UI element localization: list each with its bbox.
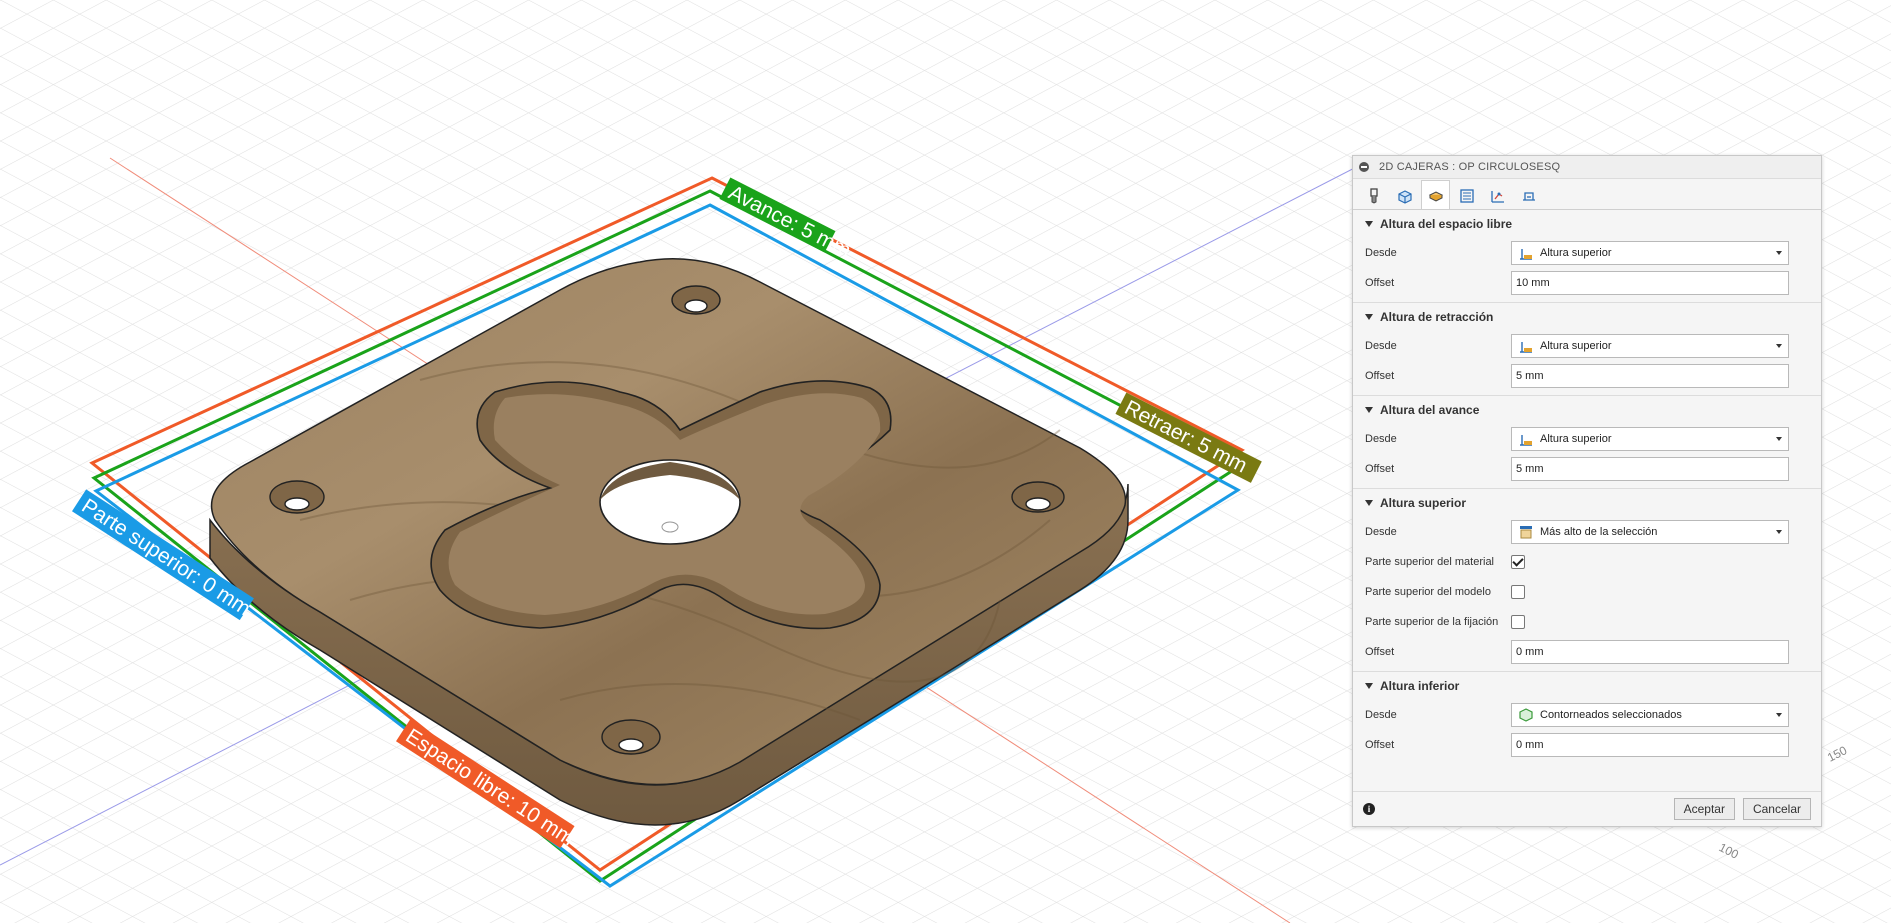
panel-title: 2D CAJERAS : OP CIRCULOSESQ — [1379, 161, 1561, 173]
feed-from-row: Desde Altura superior — [1365, 424, 1809, 454]
stock-top-row: Parte superior del material — [1365, 547, 1809, 577]
section-top-title: Altura superior — [1380, 496, 1467, 510]
collapse-triangle-icon — [1365, 500, 1373, 506]
clearance-from-select[interactable]: Altura superior — [1511, 241, 1789, 265]
section-clearance-header[interactable]: Altura del espacio libre — [1365, 210, 1809, 238]
dropdown-caret-icon — [1776, 251, 1782, 255]
tab-tool[interactable] — [1359, 182, 1388, 209]
top-from-row: Desde Más alto de la selección — [1365, 517, 1809, 547]
dropdown-caret-icon — [1776, 530, 1782, 534]
section-feed-title: Altura del avance — [1380, 403, 1480, 417]
section-clearance-title: Altura del espacio libre — [1380, 217, 1513, 231]
clearance-from-label: Desde — [1365, 247, 1397, 259]
top-from-select[interactable]: Más alto de la selección — [1511, 520, 1789, 544]
bottom-from-row: Desde Contorneados seleccionados — [1365, 700, 1809, 730]
panel-tabs — [1353, 179, 1821, 210]
top-height-icon — [1520, 342, 1532, 353]
pocket-operation-panel: 2D CAJERAS : OP CIRCULOSESQ Altura del e… — [1352, 155, 1822, 827]
top-offset-row: Offset — [1365, 637, 1809, 667]
bottom-from-label: Desde — [1365, 709, 1397, 721]
model-top-checkbox[interactable] — [1511, 585, 1525, 599]
section-feed-header[interactable]: Altura del avance — [1365, 396, 1809, 424]
selected-contours-icon — [1519, 708, 1533, 722]
retract-from-value: Altura superior — [1540, 340, 1612, 352]
clearance-offset-label: Offset — [1365, 277, 1395, 289]
dropdown-caret-icon — [1776, 713, 1782, 717]
bottom-from-value: Contorneados seleccionados — [1540, 709, 1682, 721]
section-feed-height: Altura del avance Desde Altura superior … — [1353, 396, 1821, 489]
feed-offset-row: Offset — [1365, 454, 1809, 484]
fixture-top-checkbox[interactable] — [1511, 615, 1525, 629]
collapse-triangle-icon — [1365, 314, 1373, 320]
bottom-offset-input[interactable] — [1511, 733, 1789, 757]
clearance-from-row: Desde Altura superior — [1365, 238, 1809, 268]
section-retract-height: Altura de retracción Desde Altura superi… — [1353, 303, 1821, 396]
section-bottom-height: Altura inferior Desde Contorneados selec… — [1353, 672, 1821, 764]
feed-offset-label: Offset — [1365, 463, 1395, 475]
tab-heights[interactable] — [1421, 180, 1450, 209]
section-bottom-header[interactable]: Altura inferior — [1365, 672, 1809, 700]
top-offset-label: Offset — [1365, 646, 1395, 658]
top-from-value: Más alto de la selección — [1540, 526, 1658, 538]
section-clearance-height: Altura del espacio libre Desde Altura su… — [1353, 210, 1821, 303]
selection-top-icon — [1520, 526, 1532, 539]
collapse-panel-button[interactable] — [1359, 162, 1369, 172]
bottom-offset-row: Offset — [1365, 730, 1809, 760]
cancel-button[interactable]: Cancelar — [1742, 798, 1811, 820]
tool-icon — [1369, 188, 1378, 204]
feed-from-label: Desde — [1365, 433, 1397, 445]
section-top-header[interactable]: Altura superior — [1365, 489, 1809, 517]
dropdown-caret-icon — [1776, 437, 1782, 441]
section-retract-title: Altura de retracción — [1380, 310, 1494, 324]
linking-icon — [1490, 191, 1504, 203]
collapse-triangle-icon — [1365, 683, 1373, 689]
stock-top-label: Parte superior del material — [1365, 556, 1495, 568]
geometry-icon — [1397, 190, 1412, 204]
collapse-triangle-icon — [1365, 221, 1373, 227]
accept-button[interactable]: Aceptar — [1673, 798, 1735, 820]
bottom-offset-label: Offset — [1365, 739, 1395, 751]
top-offset-input[interactable] — [1511, 640, 1789, 664]
stock-icon — [1522, 192, 1535, 201]
top-height-icon — [1520, 435, 1532, 446]
retract-from-label: Desde — [1365, 340, 1397, 352]
clearance-offset-row: Offset — [1365, 268, 1809, 298]
panel-header: 2D CAJERAS : OP CIRCULOSESQ — [1353, 156, 1821, 179]
tab-geometry[interactable] — [1390, 182, 1419, 209]
model-top-label: Parte superior del modelo — [1365, 586, 1491, 598]
retract-offset-row: Offset — [1365, 361, 1809, 391]
tab-stock[interactable] — [1514, 182, 1543, 209]
section-retract-header[interactable]: Altura de retracción — [1365, 303, 1809, 331]
stock-top-checkbox[interactable] — [1511, 555, 1525, 569]
panel-footer: i Aceptar Cancelar — [1353, 791, 1821, 826]
top-height-icon — [1520, 249, 1532, 260]
retract-offset-label: Offset — [1365, 370, 1395, 382]
clearance-offset-input[interactable] — [1511, 271, 1789, 295]
section-top-height: Altura superior Desde Más alto de la sel… — [1353, 489, 1821, 672]
info-icon[interactable]: i — [1363, 803, 1375, 815]
feed-offset-input[interactable] — [1511, 457, 1789, 481]
retract-from-select[interactable]: Altura superior — [1511, 334, 1789, 358]
top-from-label: Desde — [1365, 526, 1397, 538]
heights-icon — [1428, 191, 1443, 202]
feed-from-value: Altura superior — [1540, 433, 1612, 445]
retract-offset-input[interactable] — [1511, 364, 1789, 388]
tab-passes[interactable] — [1452, 182, 1481, 209]
feed-from-select[interactable]: Altura superior — [1511, 427, 1789, 451]
model-top-row: Parte superior del modelo — [1365, 577, 1809, 607]
fixture-top-label: Parte superior de la fijación — [1365, 616, 1499, 628]
section-bottom-title: Altura inferior — [1380, 679, 1460, 693]
passes-icon — [1459, 189, 1474, 203]
collapse-triangle-icon — [1365, 407, 1373, 413]
clearance-from-value: Altura superior — [1540, 247, 1612, 259]
fixture-top-row: Parte superior de la fijación — [1365, 607, 1809, 637]
retract-from-row: Desde Altura superior — [1365, 331, 1809, 361]
bottom-from-select[interactable]: Contorneados seleccionados — [1511, 703, 1789, 727]
dropdown-caret-icon — [1776, 344, 1782, 348]
tab-linking[interactable] — [1483, 182, 1512, 209]
